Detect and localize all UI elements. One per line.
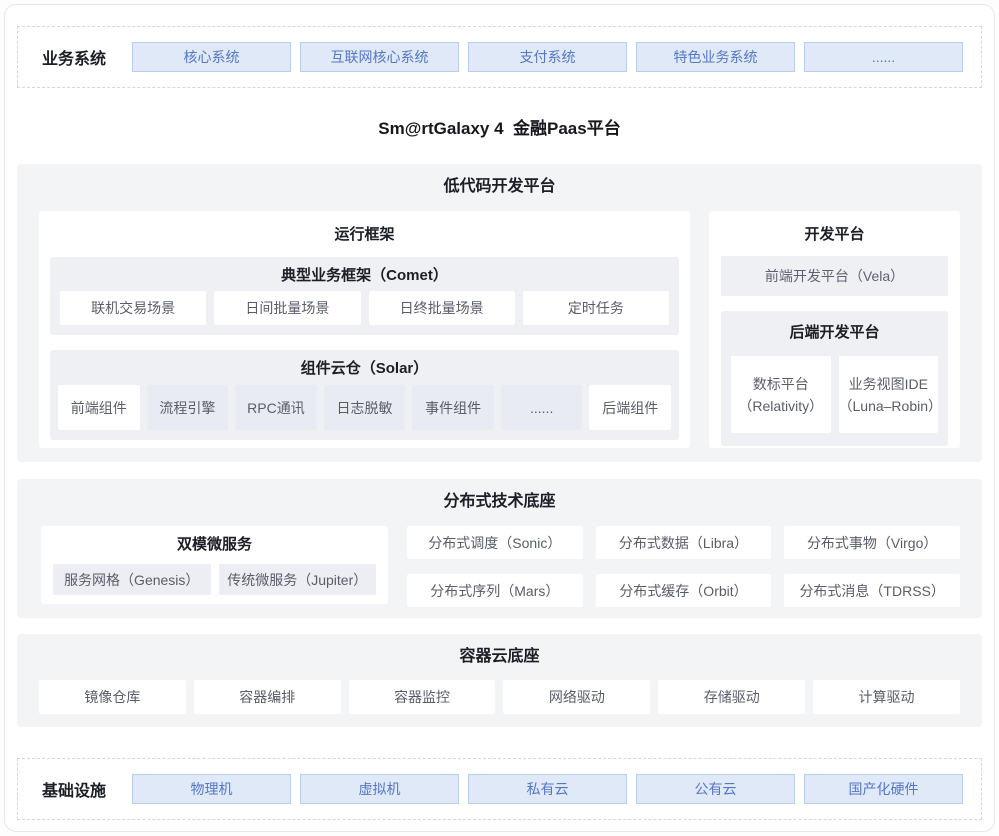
distributed-item-mars: 分布式序列（Mars） bbox=[407, 574, 583, 607]
distributed-section: 分布式技术底座 双模微服务 服务网格（Genesis） 传统微服务（Jupite… bbox=[17, 479, 982, 618]
comet-title: 典型业务框架（Comet） bbox=[60, 266, 669, 286]
business-system-item-more: ...... bbox=[804, 42, 963, 72]
comet-item-online-trade: 联机交易场景 bbox=[60, 291, 206, 325]
comet-item-endofday-batch: 日终批量场景 bbox=[369, 291, 515, 325]
dual-mode-panel: 双模微服务 服务网格（Genesis） 传统微服务（Jupiter） bbox=[41, 526, 388, 604]
distributed-item-virgo: 分布式事物（Virgo） bbox=[784, 526, 960, 559]
distributed-item-sonic: 分布式调度（Sonic） bbox=[407, 526, 583, 559]
backend-dev-panel: 后端开发平台 数标平台 （Relativity） 业务视图IDE （Luna–R… bbox=[721, 311, 948, 446]
infrastructure-band: 基础设施 物理机 虚拟机 私有云 公有云 国产化硬件 bbox=[17, 758, 982, 820]
dev-platform-panel: 开发平台 前端开发平台（Vela） 后端开发平台 数标平台 （Relativit… bbox=[709, 211, 960, 448]
distributed-item-tdrss: 分布式消息（TDRSS） bbox=[784, 574, 960, 607]
distributed-items-grid: 分布式调度（Sonic） 分布式数据（Libra） 分布式事物（Virgo） 分… bbox=[407, 526, 960, 607]
frontend-dev-platform-vela: 前端开发平台（Vela） bbox=[721, 256, 948, 296]
dual-mode-item-jupiter: 传统微服务（Jupiter） bbox=[219, 564, 377, 595]
container-item-compute-driver: 计算驱动 bbox=[813, 680, 960, 714]
solar-item-backend-components: 后端组件 bbox=[589, 385, 671, 430]
lowcode-section: 低代码开发平台 运行框架 典型业务框架（Comet） 联机交易场景 日间批量场景… bbox=[17, 164, 982, 462]
backend-items-row: 数标平台 （Relativity） 业务视图IDE （Luna–Robin） bbox=[731, 356, 938, 433]
business-systems-items: 核心系统 互联网核心系统 支付系统 特色业务系统 ...... bbox=[132, 42, 963, 72]
distributed-body: 双模微服务 服务网格（Genesis） 传统微服务（Jupiter） 分布式调度… bbox=[17, 513, 982, 607]
dual-mode-item-genesis: 服务网格（Genesis） bbox=[53, 564, 211, 595]
solar-item-log-masking: 日志脱敏 bbox=[324, 385, 406, 430]
infrastructure-item-public-cloud: 公有云 bbox=[636, 774, 795, 804]
business-system-item-payment: 支付系统 bbox=[468, 42, 627, 72]
business-system-item-internet-core: 互联网核心系统 bbox=[300, 42, 459, 72]
backend-item-sub: （Luna–Robin） bbox=[839, 395, 939, 417]
business-system-item-core: 核心系统 bbox=[132, 42, 291, 72]
runtime-frame-panel: 运行框架 典型业务框架（Comet） 联机交易场景 日间批量场景 日终批量场景 … bbox=[39, 211, 690, 448]
solar-item-event-components: 事件组件 bbox=[412, 385, 494, 430]
backend-item-relativity: 数标平台 （Relativity） bbox=[731, 356, 831, 433]
backend-item-name: 业务视图IDE bbox=[849, 373, 928, 395]
comet-item-scheduled-task: 定时任务 bbox=[523, 291, 669, 325]
solar-items-row: 前端组件 流程引擎 RPC通讯 日志脱敏 事件组件 ...... 后端组件 bbox=[58, 385, 671, 430]
container-item-image-registry: 镜像仓库 bbox=[39, 680, 186, 714]
infrastructure-item-private-cloud: 私有云 bbox=[468, 774, 627, 804]
comet-item-daytime-batch: 日间批量场景 bbox=[214, 291, 360, 325]
lowcode-body: 运行框架 典型业务框架（Comet） 联机交易场景 日间批量场景 日终批量场景 … bbox=[17, 198, 982, 448]
backend-item-sub: （Relativity） bbox=[738, 395, 823, 417]
solar-item-process-engine: 流程引擎 bbox=[147, 385, 229, 430]
business-systems-band: 业务系统 核心系统 互联网核心系统 支付系统 特色业务系统 ...... bbox=[17, 26, 982, 88]
business-systems-label: 业务系统 bbox=[42, 45, 106, 69]
comet-panel: 典型业务框架（Comet） 联机交易场景 日间批量场景 日终批量场景 定时任务 bbox=[50, 257, 679, 335]
container-item-network-driver: 网络驱动 bbox=[503, 680, 650, 714]
infrastructure-item-physical: 物理机 bbox=[132, 774, 291, 804]
comet-items-row: 联机交易场景 日间批量场景 日终批量场景 定时任务 bbox=[60, 291, 669, 325]
backend-dev-title: 后端开发平台 bbox=[731, 323, 938, 343]
backend-item-name: 数标平台 bbox=[753, 373, 809, 395]
infrastructure-label: 基础设施 bbox=[42, 777, 106, 801]
business-system-item-featured: 特色业务系统 bbox=[636, 42, 795, 72]
infrastructure-items: 物理机 虚拟机 私有云 公有云 国产化硬件 bbox=[132, 774, 963, 804]
container-item-storage-driver: 存储驱动 bbox=[658, 680, 805, 714]
distributed-item-orbit: 分布式缓存（Orbit） bbox=[596, 574, 772, 607]
dual-mode-items-row: 服务网格（Genesis） 传统微服务（Jupiter） bbox=[53, 564, 376, 595]
container-item-monitoring: 容器监控 bbox=[349, 680, 496, 714]
solar-panel: 组件云仓（Solar） 前端组件 流程引擎 RPC通讯 日志脱敏 事件组件 ..… bbox=[50, 350, 679, 440]
solar-item-more: ...... bbox=[501, 385, 583, 430]
distributed-item-libra: 分布式数据（Libra） bbox=[596, 526, 772, 559]
container-cloud-items-row: 镜像仓库 容器编排 容器监控 网络驱动 存储驱动 计算驱动 bbox=[17, 668, 982, 714]
runtime-frame-title: 运行框架 bbox=[50, 225, 679, 245]
lowcode-title: 低代码开发平台 bbox=[17, 164, 982, 198]
infrastructure-item-vm: 虚拟机 bbox=[300, 774, 459, 804]
dev-platform-title: 开发平台 bbox=[721, 225, 948, 245]
solar-title: 组件云仓（Solar） bbox=[58, 359, 671, 379]
dual-mode-title: 双模微服务 bbox=[53, 535, 376, 555]
backend-item-luna-robin: 业务视图IDE （Luna–Robin） bbox=[839, 356, 939, 433]
infrastructure-item-domestic-hardware: 国产化硬件 bbox=[804, 774, 963, 804]
container-item-orchestration: 容器编排 bbox=[194, 680, 341, 714]
container-cloud-title: 容器云底座 bbox=[17, 634, 982, 668]
page-title: Sm@rtGalaxy 4 金融Paas平台 bbox=[378, 114, 620, 139]
distributed-title: 分布式技术底座 bbox=[17, 479, 982, 513]
solar-item-rpc: RPC通讯 bbox=[235, 385, 317, 430]
solar-item-frontend-components: 前端组件 bbox=[58, 385, 140, 430]
architecture-diagram-card: 业务系统 核心系统 互联网核心系统 支付系统 特色业务系统 ...... Sm@… bbox=[4, 4, 995, 832]
container-cloud-section: 容器云底座 镜像仓库 容器编排 容器监控 网络驱动 存储驱动 计算驱动 bbox=[17, 634, 982, 727]
page-title-row: Sm@rtGalaxy 4 金融Paas平台 bbox=[17, 88, 982, 164]
